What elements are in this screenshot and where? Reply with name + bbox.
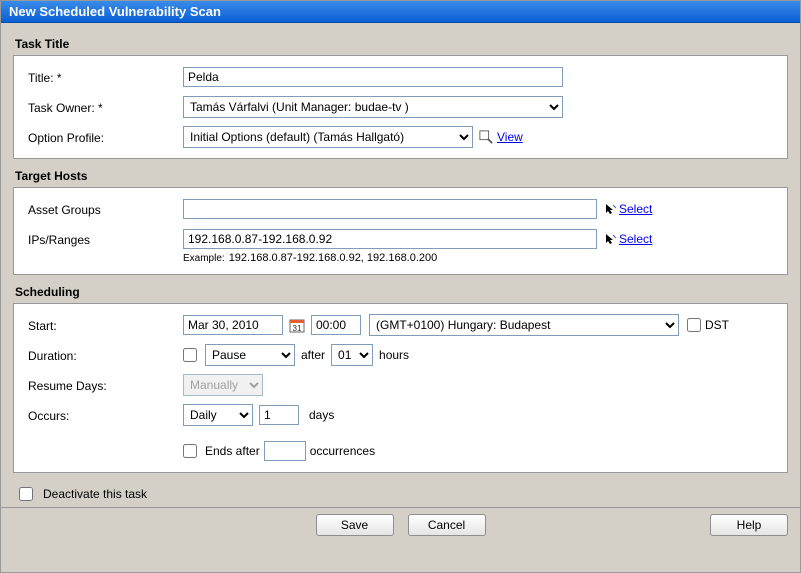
- panel-scheduling: Start: 31 (GMT+0100) Hungary: Budapest D…: [13, 303, 788, 473]
- ips-ranges-input[interactable]: [183, 229, 597, 249]
- save-button[interactable]: Save: [316, 514, 394, 536]
- cursor-icon: [605, 203, 617, 215]
- days-text: days: [309, 408, 334, 422]
- option-profile-select[interactable]: Initial Options (default) (Tamás Hallgat…: [183, 126, 473, 148]
- svg-text:31: 31: [293, 324, 302, 333]
- calendar-icon[interactable]: 31: [289, 317, 305, 333]
- resume-days-select: Manually: [183, 374, 263, 396]
- label-start: Start:: [28, 317, 183, 333]
- pause-select[interactable]: Pause: [205, 344, 295, 366]
- window-title: New Scheduled Vulnerability Scan: [9, 4, 221, 19]
- occurrences-input[interactable]: [264, 441, 306, 461]
- button-bar: Save Cancel Help: [1, 507, 800, 542]
- label-option-profile: Option Profile:: [28, 129, 183, 145]
- start-time-input[interactable]: [311, 315, 361, 335]
- cursor-icon: [605, 233, 617, 245]
- label-asset-groups: Asset Groups: [28, 201, 183, 217]
- deactivate-checkbox[interactable]: [19, 487, 33, 501]
- dst-checkbox[interactable]: [687, 318, 701, 332]
- label-duration: Duration:: [28, 347, 183, 363]
- view-link[interactable]: View: [497, 130, 523, 144]
- help-button[interactable]: Help: [710, 514, 788, 536]
- label-owner: Task Owner: *: [28, 99, 183, 115]
- occurs-number-input[interactable]: [259, 405, 299, 425]
- timezone-select[interactable]: (GMT+0100) Hungary: Budapest: [369, 314, 679, 336]
- example-text: Example:192.168.0.87-192.168.0.92, 192.1…: [183, 252, 773, 264]
- dst-label: DST: [705, 318, 729, 332]
- start-date-input[interactable]: [183, 315, 283, 335]
- after-text: after: [301, 348, 325, 362]
- label-ips-ranges: IPs/Ranges: [28, 231, 183, 247]
- label-resume-days: Resume Days:: [28, 377, 183, 393]
- label-title: Title: *: [28, 69, 183, 85]
- occurs-select[interactable]: Daily: [183, 404, 253, 426]
- task-owner-select[interactable]: Tamás Várfalvi (Unit Manager: budae-tv ): [183, 96, 563, 118]
- section-heading-scheduling: Scheduling: [15, 285, 788, 299]
- asset-groups-select-link[interactable]: Select: [605, 202, 652, 216]
- occurrences-text: occurrences: [310, 444, 375, 458]
- magnifier-icon: [479, 130, 493, 144]
- ips-select-link[interactable]: Select: [605, 232, 652, 246]
- cancel-button[interactable]: Cancel: [408, 514, 486, 536]
- hours-select[interactable]: 01: [331, 344, 373, 366]
- hours-text: hours: [379, 348, 409, 362]
- section-heading-target-hosts: Target Hosts: [15, 169, 788, 183]
- deactivate-label: Deactivate this task: [43, 487, 147, 501]
- ends-after-checkbox[interactable]: [183, 444, 197, 458]
- ends-after-text: Ends after: [205, 444, 260, 458]
- label-occurs: Occurs:: [28, 407, 183, 423]
- duration-checkbox[interactable]: [183, 348, 197, 362]
- panel-task-title: Title: * Task Owner: * Tamás Várfalvi (U…: [13, 55, 788, 159]
- title-input[interactable]: [183, 67, 563, 87]
- panel-target-hosts: Asset Groups Select IPs/Ranges Select: [13, 187, 788, 275]
- window-titlebar: New Scheduled Vulnerability Scan: [1, 1, 800, 23]
- section-heading-task-title: Task Title: [15, 37, 788, 51]
- asset-groups-input[interactable]: [183, 199, 597, 219]
